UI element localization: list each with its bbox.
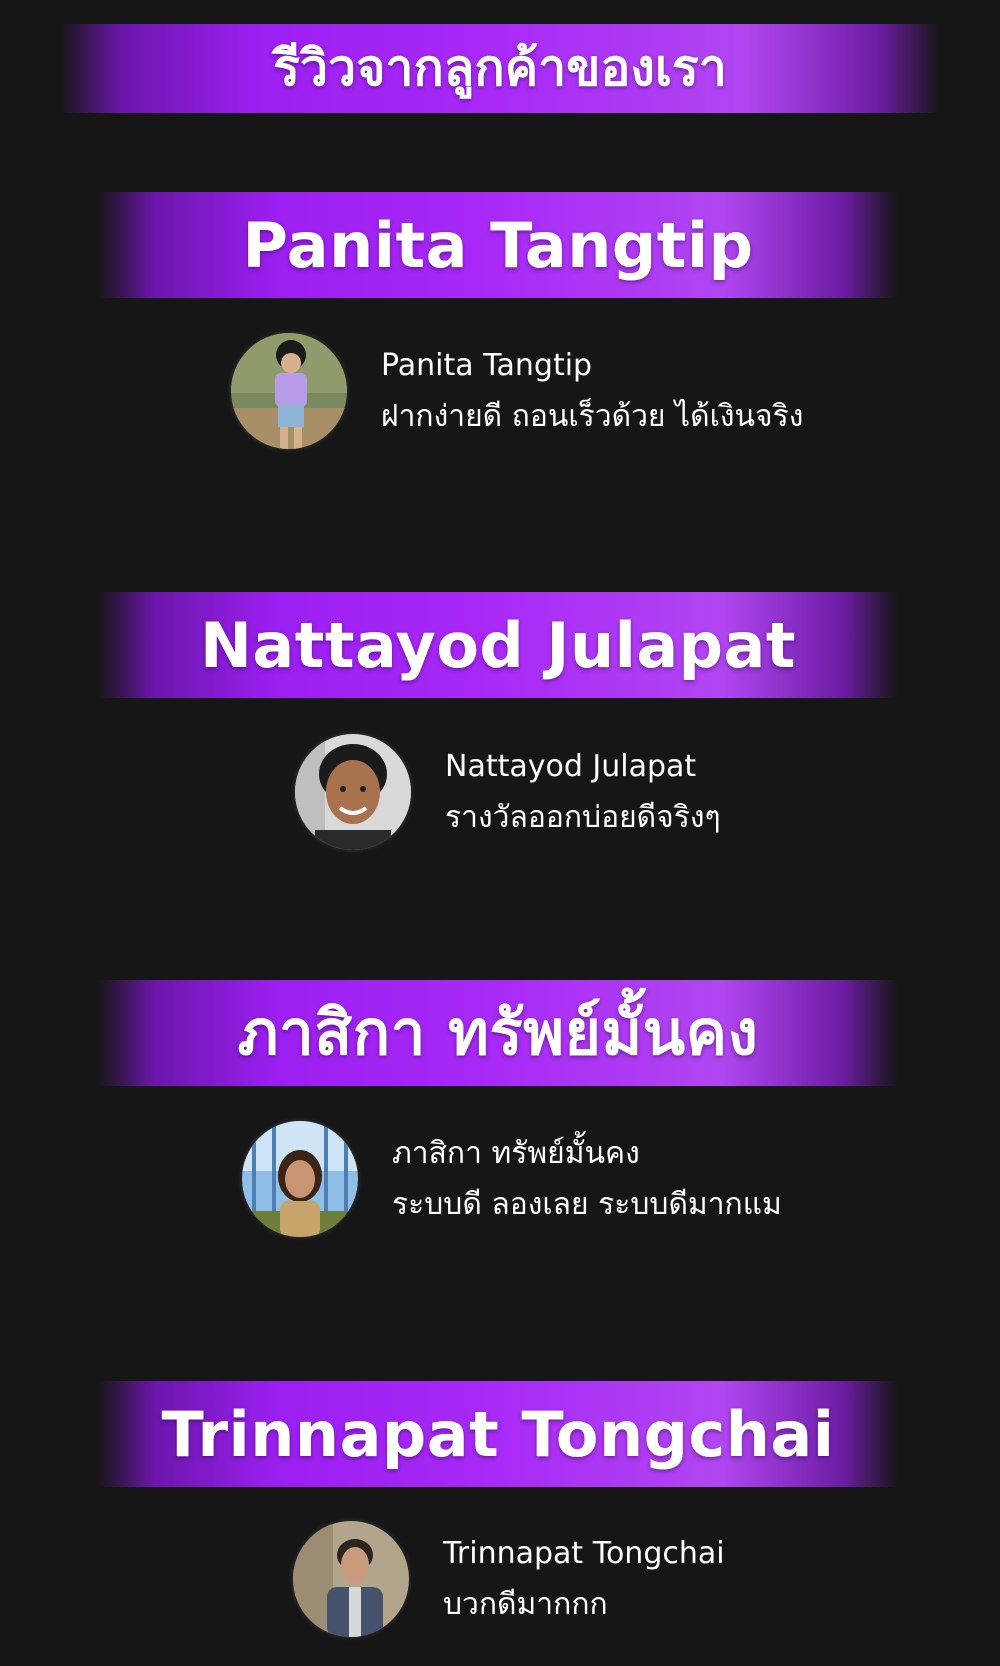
review-heading-banner: Trinnapat Tongchai [98,1381,898,1487]
review-heading: Panita Tangtip [242,208,754,282]
review-comment: ฝากง่ายดี ถอนเร็วด้วย ได้เงินจริง [381,398,804,434]
avatar [293,1521,409,1637]
avatar-photo-icon [293,1521,409,1637]
review-card: Nattayod Julapat รางวัลออกบ่อยดีจริงๆ [295,734,721,850]
avatar-photo-icon [242,1121,358,1237]
review-card: Trinnapat Tongchai บวกดีมากกก [293,1521,725,1637]
review-comment: บวกดีมากกก [443,1586,608,1622]
review-card: Panita Tangtip ฝากง่ายดี ถอนเร็วด้วย ได้… [231,333,803,449]
review-heading-banner: ภาสิกา ทรัพย์มั้นคง [98,980,898,1086]
avatar [295,734,411,850]
avatar-photo-icon [231,333,347,449]
reviewer-name: Nattayod Julapat [445,748,697,784]
reviewer-name: Panita Tangtip [381,347,593,383]
review-heading: Trinnapat Tongchai [161,1397,835,1471]
reviewer-name: Trinnapat Tongchai [443,1535,725,1571]
review-heading: ภาสิกา ทรัพย์มั้นคง [237,996,759,1069]
page-title: รีวิวจากลูกค้าของเรา [273,39,727,97]
avatar [231,333,347,449]
review-card: ภาสิกา ทรัพย์มั้นคง ระบบดี ลองเลย ระบบดี… [242,1121,782,1237]
avatar-photo-icon [295,734,411,850]
review-comment: ระบบดี ลองเลย ระบบดีมากแม [392,1186,782,1222]
review-heading-banner: Nattayod Julapat [98,592,898,698]
review-heading-banner: Panita Tangtip [98,192,898,298]
avatar [242,1121,358,1237]
reviewer-name: ภาสิกา ทรัพย์มั้นคง [392,1135,640,1171]
page-title-banner: รีวิวจากลูกค้าของเรา [60,24,940,113]
review-heading: Nattayod Julapat [199,608,797,682]
review-comment: รางวัลออกบ่อยดีจริงๆ [445,799,721,835]
